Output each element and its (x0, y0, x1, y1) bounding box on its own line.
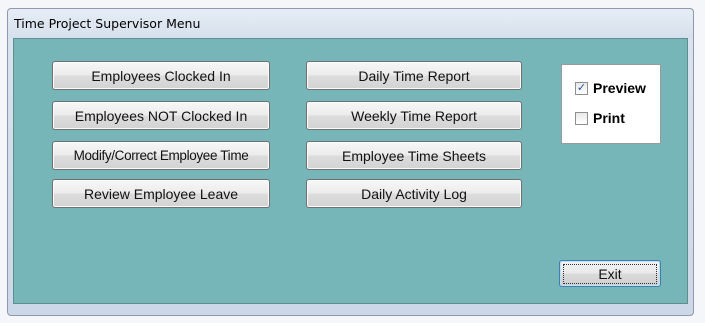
preview-option[interactable]: ✓ Preview (575, 80, 646, 96)
preview-checkbox-checked-icon[interactable]: ✓ (575, 81, 588, 95)
window-titlebar: Time Project Supervisor Menu (8, 9, 693, 38)
employees-clocked-in-button[interactable]: Employees Clocked In (52, 61, 270, 90)
exit-button-label: Exit (563, 263, 657, 284)
supervisor-menu-window: Time Project Supervisor Menu Employees C… (7, 8, 694, 316)
daily-activity-log-button[interactable]: Daily Activity Log (306, 179, 522, 208)
exit-button[interactable]: Exit (559, 260, 661, 287)
modify-correct-employee-time-button[interactable]: Modify/Correct Employee Time (52, 141, 270, 170)
print-option[interactable]: Print (575, 110, 625, 126)
weekly-time-report-button[interactable]: Weekly Time Report (306, 101, 522, 130)
daily-time-report-button[interactable]: Daily Time Report (306, 61, 522, 90)
preview-label: Preview (593, 80, 646, 96)
print-checkbox-unchecked-icon[interactable] (575, 111, 588, 125)
output-options-box: ✓ Preview Print (561, 64, 661, 144)
menu-panel: Employees Clocked In Employees NOT Clock… (13, 38, 688, 304)
employees-not-clocked-in-button[interactable]: Employees NOT Clocked In (52, 101, 270, 130)
employee-time-sheets-button[interactable]: Employee Time Sheets (306, 141, 522, 170)
window-title: Time Project Supervisor Menu (14, 16, 201, 31)
print-label: Print (593, 110, 625, 126)
review-employee-leave-button[interactable]: Review Employee Leave (52, 179, 270, 208)
